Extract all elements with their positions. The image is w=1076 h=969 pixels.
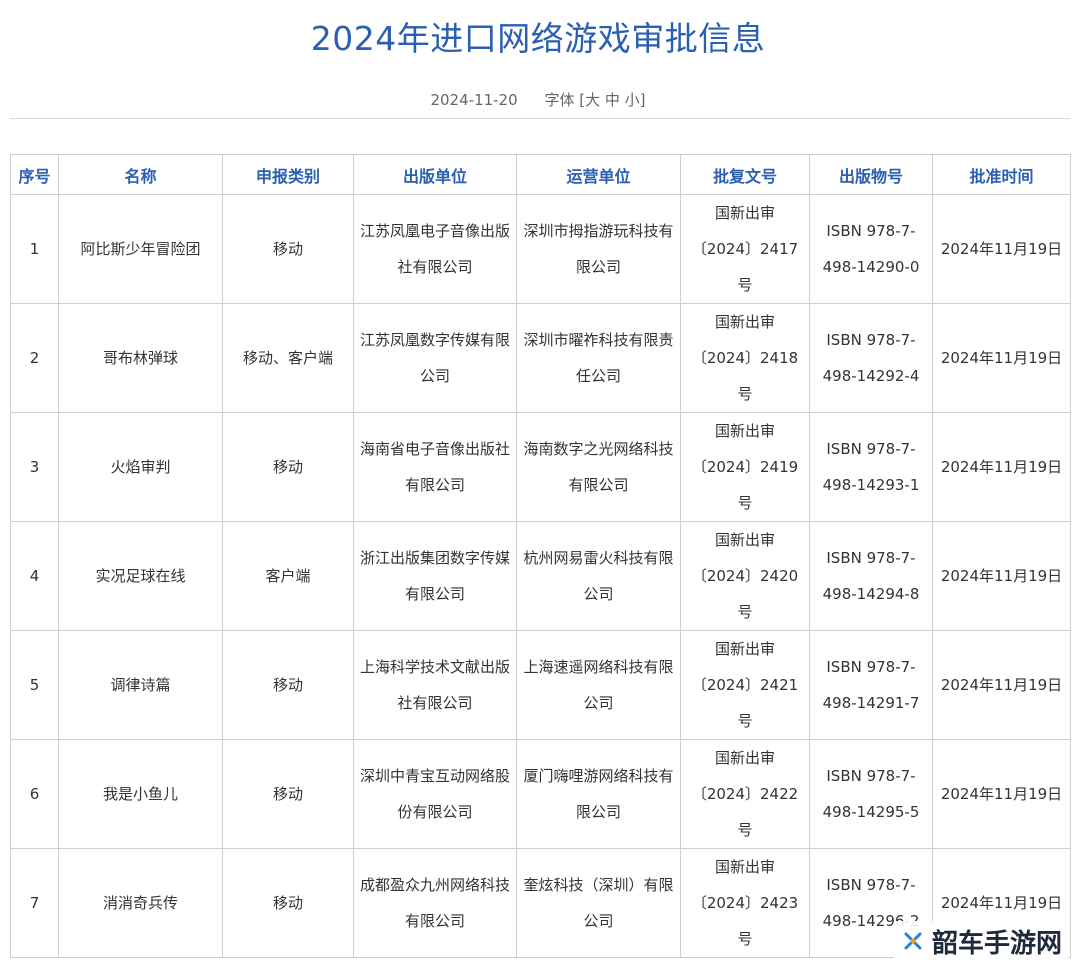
font-large-link[interactable]: 大 xyxy=(585,91,600,109)
cell-approval-no: 国新出审〔2024〕2420号 xyxy=(680,521,810,631)
cell-approval-no: 国新出审〔2024〕2419号 xyxy=(680,412,810,522)
cell-approval-no: 国新出审〔2024〕2423号 xyxy=(680,848,810,958)
table-row: 4 实况足球在线 客户端 浙江出版集团数字传媒有限公司 杭州网易雷火科技有限公司 国新出审… xyxy=(10,521,1071,631)
site-watermark: 韶车手游网 xyxy=(893,921,1068,961)
cell-index: 3 xyxy=(10,412,59,522)
header-publisher: 出版单位 xyxy=(353,154,517,195)
cell-name: 消消奇兵传 xyxy=(58,848,223,958)
table-header-row: 序号 名称 申报类别 出版单位 运营单位 批复文号 出版物号 批准时间 xyxy=(10,154,1071,195)
cell-operator: 深圳市拇指游玩科技有限公司 xyxy=(516,194,681,304)
cell-category: 移动、客户端 xyxy=(222,303,354,413)
header-name: 名称 xyxy=(58,154,223,195)
cell-publisher: 深圳中青宝互动网络股份有限公司 xyxy=(353,739,517,849)
cell-category: 移动 xyxy=(222,630,354,740)
cell-index: 6 xyxy=(10,739,59,849)
table-row: 2 哥布林弹球 移动、客户端 江苏凤凰数字传媒有限公司 深圳市曜祚科技有限责任公司 国新出… xyxy=(10,303,1071,413)
cell-isbn: ISBN 978-7-498-14294-8 xyxy=(809,521,933,631)
cell-operator: 厦门嗨哩游网络科技有限公司 xyxy=(516,739,681,849)
header-index: 序号 xyxy=(10,154,59,195)
cell-category: 移动 xyxy=(222,739,354,849)
font-size-control: 字体 [大 中 小] xyxy=(544,91,645,109)
cell-isbn: ISBN 978-7-498-14292-4 xyxy=(809,303,933,413)
cell-operator: 深圳市曜祚科技有限责任公司 xyxy=(516,303,681,413)
cell-index: 7 xyxy=(10,848,59,958)
cell-approval-date: 2024年11月19日 xyxy=(932,739,1071,849)
cell-approval-no: 国新出审〔2024〕2422号 xyxy=(680,739,810,849)
cell-approval-date: 2024年11月19日 xyxy=(932,194,1071,304)
article-meta: 2024-11-20 字体 [大 中 小] xyxy=(0,89,1076,110)
cell-category: 移动 xyxy=(222,848,354,958)
cell-isbn: ISBN 978-7-498-14291-7 xyxy=(809,630,933,740)
cell-approval-no: 国新出审〔2024〕2417号 xyxy=(680,194,810,304)
cell-publisher: 江苏凤凰电子音像出版社有限公司 xyxy=(353,194,517,304)
cell-category: 客户端 xyxy=(222,521,354,631)
cell-name: 哥布林弹球 xyxy=(58,303,223,413)
table-row: 1 阿比斯少年冒险团 移动 江苏凤凰电子音像出版社有限公司 深圳市拇指游玩科技有限公司国… xyxy=(10,194,1071,304)
header-isbn: 出版物号 xyxy=(809,154,933,195)
cell-name: 阿比斯少年冒险团 xyxy=(58,194,223,304)
cell-approval-date: 2024年11月19日 xyxy=(932,630,1071,740)
cell-category: 移动 xyxy=(222,194,354,304)
logo-icon xyxy=(904,932,922,950)
publish-date: 2024-11-20 xyxy=(430,91,518,109)
watermark-text: 韶车手游网 xyxy=(931,928,1062,959)
cell-publisher: 上海科学技术文献出版社有限公司 xyxy=(353,630,517,740)
cell-publisher: 海南省电子音像出版社有限公司 xyxy=(353,412,517,522)
cell-publisher: 江苏凤凰数字传媒有限公司 xyxy=(353,303,517,413)
header-operator: 运营单位 xyxy=(516,154,681,195)
font-small-link[interactable]: 小 xyxy=(625,91,640,109)
header-category: 申报类别 xyxy=(222,154,354,195)
cell-name: 实况足球在线 xyxy=(58,521,223,631)
cell-isbn: ISBN 978-7-498-14290-0 xyxy=(809,194,933,304)
cell-operator: 海南数字之光网络科技有限公司 xyxy=(516,412,681,522)
cell-isbn: ISBN 978-7-498-14293-1 xyxy=(809,412,933,522)
cell-index: 1 xyxy=(10,194,59,304)
cell-name: 调律诗篇 xyxy=(58,630,223,740)
cell-approval-date: 2024年11月19日 xyxy=(932,303,1071,413)
cell-publisher: 浙江出版集团数字传媒有限公司 xyxy=(353,521,517,631)
cell-approval-no: 国新出审〔2024〕2421号 xyxy=(680,630,810,740)
approval-table: 序号 名称 申报类别 出版单位 运营单位 批复文号 出版物号 批准时间 1 阿比斯… xyxy=(10,154,1071,958)
cell-operator: 上海速遥网络科技有限公司 xyxy=(516,630,681,740)
table-row: 3 火焰审判 移动 海南省电子音像出版社有限公司 海南数字之光网络科技有限公司 国新出审〔… xyxy=(10,412,1071,522)
cell-approval-date: 2024年11月19日 xyxy=(932,412,1071,522)
cell-index: 2 xyxy=(10,303,59,413)
cell-isbn: ISBN 978-7-498-14295-5 xyxy=(809,739,933,849)
divider xyxy=(10,118,1070,119)
font-medium-link[interactable]: 中 xyxy=(605,91,620,109)
page-title: 2024年进口网络游戏审批信息 xyxy=(310,19,766,58)
cell-approval-no: 国新出审〔2024〕2418号 xyxy=(680,303,810,413)
header-approval-date: 批准时间 xyxy=(932,154,1071,195)
cell-approval-date: 2024年11月19日 xyxy=(932,521,1071,631)
cell-operator: 杭州网易雷火科技有限公司 xyxy=(516,521,681,631)
header-approval-no: 批复文号 xyxy=(680,154,810,195)
cell-index: 5 xyxy=(10,630,59,740)
cell-name: 我是小鱼儿 xyxy=(58,739,223,849)
table-row: 6 我是小鱼儿 移动 深圳中青宝互动网络股份有限公司 厦门嗨哩游网络科技有限公司 国新出审… xyxy=(10,739,1071,849)
cell-name: 火焰审判 xyxy=(58,412,223,522)
cell-operator: 奎炫科技（深圳）有限公司 xyxy=(516,848,681,958)
cell-category: 移动 xyxy=(222,412,354,522)
table-row: 5 调律诗篇 移动 上海科学技术文献出版社有限公司 上海速遥网络科技有限公司 国新出审〔2… xyxy=(10,630,1071,740)
cell-publisher: 成都盈众九州网络科技有限公司 xyxy=(353,848,517,958)
font-size-label: 字体 [ xyxy=(544,91,586,109)
cell-index: 4 xyxy=(10,521,59,631)
font-bracket-close: ] xyxy=(639,91,646,109)
